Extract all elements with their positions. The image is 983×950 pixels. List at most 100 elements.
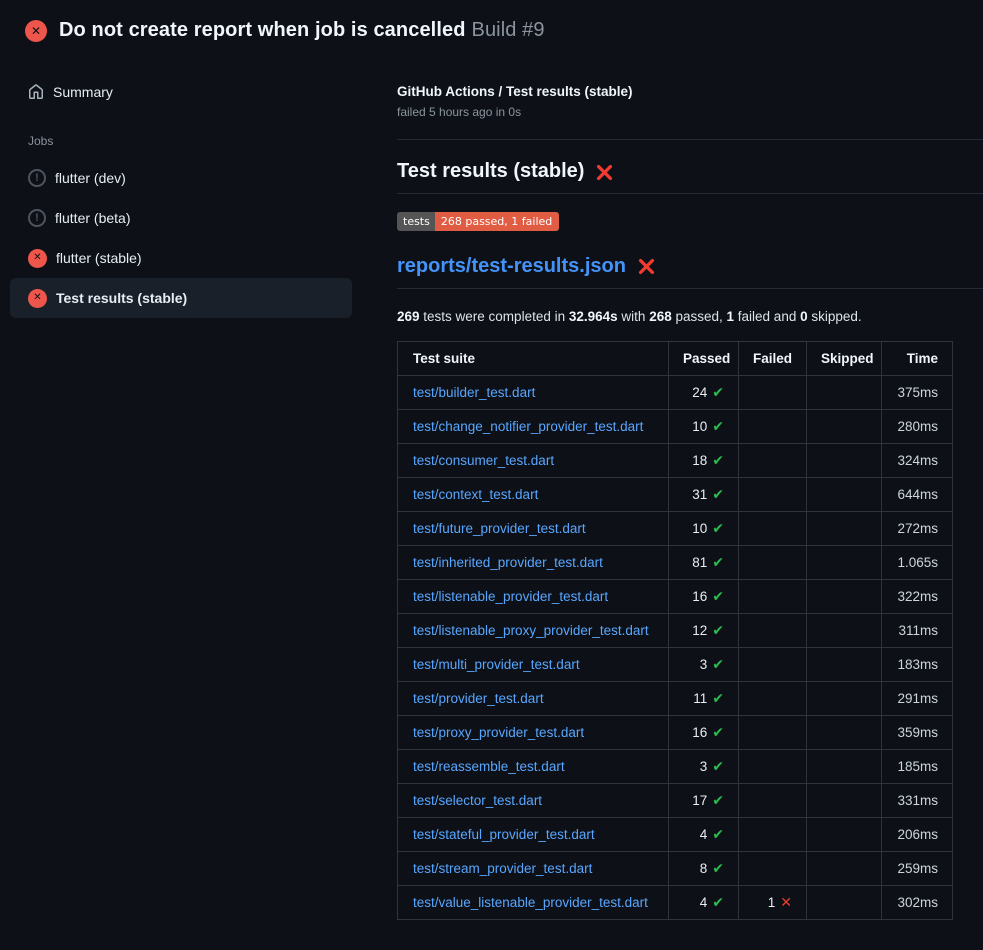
- test-suite-link[interactable]: test/proxy_provider_test.dart: [413, 725, 584, 740]
- time-cell: 185ms: [882, 750, 953, 784]
- time-cell: 259ms: [882, 852, 953, 886]
- divider: [397, 139, 983, 140]
- table-row: test/provider_test.dart 11✔ 291ms: [398, 682, 953, 716]
- test-suite-cell: test/listenable_provider_test.dart: [398, 580, 669, 614]
- time-cell: 359ms: [882, 716, 953, 750]
- test-suite-link[interactable]: test/value_listenable_provider_test.dart: [413, 895, 648, 910]
- report-file-link[interactable]: reports/test-results.json: [397, 255, 626, 278]
- test-suite-cell: test/provider_test.dart: [398, 682, 669, 716]
- test-suite-link[interactable]: test/listenable_proxy_provider_test.dart: [413, 623, 649, 638]
- test-suite-link[interactable]: test/provider_test.dart: [413, 691, 544, 706]
- test-suite-link[interactable]: test/stream_provider_test.dart: [413, 861, 592, 876]
- test-suite-cell: test/selector_test.dart: [398, 784, 669, 818]
- main-content: GitHub Actions / Test results (stable) f…: [367, 56, 983, 920]
- test-suite-link[interactable]: test/stateful_provider_test.dart: [413, 827, 595, 842]
- build-title-row: Do not create report when job is cancell…: [59, 19, 545, 42]
- time-cell: 183ms: [882, 648, 953, 682]
- skipped-cell: [807, 444, 882, 478]
- table-row: test/proxy_provider_test.dart 16✔ 359ms: [398, 716, 953, 750]
- skipped-cell: [807, 886, 882, 920]
- check-icon: ✔: [712, 384, 724, 400]
- failed-cell: [739, 444, 807, 478]
- passed-cell: 10✔: [669, 410, 739, 444]
- table-row: test/selector_test.dart 17✔ 331ms: [398, 784, 953, 818]
- skipped-cell: [807, 648, 882, 682]
- failed-cell: [739, 580, 807, 614]
- table-row: test/stateful_provider_test.dart 4✔ 206m…: [398, 818, 953, 852]
- check-icon: ✔: [712, 520, 724, 536]
- column-header-test-suite: Test suite: [398, 342, 669, 376]
- section-title: Test results (stable): [397, 160, 584, 183]
- skipped-cell: [807, 682, 882, 716]
- failed-cell: [739, 852, 807, 886]
- test-suite-cell: test/proxy_provider_test.dart: [398, 716, 669, 750]
- failed-cell: [739, 376, 807, 410]
- test-suite-link[interactable]: test/consumer_test.dart: [413, 453, 554, 468]
- x-icon: ✕: [780, 894, 792, 910]
- check-icon: ✔: [712, 622, 724, 638]
- check-icon: ✔: [712, 452, 724, 468]
- passed-cell: 11✔: [669, 682, 739, 716]
- sidebar-item-summary[interactable]: Summary: [10, 72, 352, 112]
- test-suite-cell: test/reassemble_test.dart: [398, 750, 669, 784]
- sidebar-item-job[interactable]: ! flutter (beta): [10, 198, 352, 238]
- test-suite-link[interactable]: test/builder_test.dart: [413, 385, 535, 400]
- failed-circle-icon: ✕: [28, 249, 47, 268]
- job-label: flutter (beta): [55, 210, 130, 226]
- failed-cell: [739, 784, 807, 818]
- table-header-row: Test suite Passed Failed Skipped Time: [398, 342, 953, 376]
- sidebar-item-job[interactable]: ✕ flutter (stable): [10, 238, 352, 278]
- test-suite-link[interactable]: test/listenable_provider_test.dart: [413, 589, 608, 604]
- skipped-cell: [807, 784, 882, 818]
- home-icon: [28, 84, 44, 100]
- time-cell: 311ms: [882, 614, 953, 648]
- column-header-skipped: Skipped: [807, 342, 882, 376]
- time-cell: 302ms: [882, 886, 953, 920]
- test-suite-cell: test/stateful_provider_test.dart: [398, 818, 669, 852]
- test-suite-link[interactable]: test/reassemble_test.dart: [413, 759, 565, 774]
- job-label: flutter (stable): [56, 250, 142, 266]
- failed-cell: [739, 614, 807, 648]
- failed-circle-icon: ✕: [25, 20, 47, 42]
- passed-cell: 4✔: [669, 886, 739, 920]
- cancelled-icon: !: [28, 209, 46, 227]
- test-suite-cell: test/stream_provider_test.dart: [398, 852, 669, 886]
- table-row: test/listenable_provider_test.dart 16✔ 3…: [398, 580, 953, 614]
- sidebar-item-job[interactable]: ! flutter (dev): [10, 158, 352, 198]
- passed-cell: 3✔: [669, 648, 739, 682]
- failed-cell: [739, 818, 807, 852]
- skipped-cell: [807, 512, 882, 546]
- skipped-cell: [807, 716, 882, 750]
- check-icon: ✔: [712, 486, 724, 502]
- test-suite-link[interactable]: test/inherited_provider_test.dart: [413, 555, 603, 570]
- sidebar-item-job[interactable]: ✕ Test results (stable): [10, 278, 352, 318]
- failed-cell: [739, 750, 807, 784]
- skipped-cell: [807, 376, 882, 410]
- passed-cell: 12✔: [669, 614, 739, 648]
- test-suite-cell: test/inherited_provider_test.dart: [398, 546, 669, 580]
- test-results-table: Test suite Passed Failed Skipped Time te…: [397, 341, 953, 920]
- check-icon: ✔: [712, 418, 724, 434]
- time-cell: 331ms: [882, 784, 953, 818]
- check-icon: ✔: [712, 826, 724, 842]
- test-suite-link[interactable]: test/multi_provider_test.dart: [413, 657, 580, 672]
- table-row: test/context_test.dart 31✔ 644ms: [398, 478, 953, 512]
- failed-cell: [739, 682, 807, 716]
- summary-line: 269 tests were completed in 32.964s with…: [397, 309, 983, 324]
- test-suite-link[interactable]: test/selector_test.dart: [413, 793, 542, 808]
- failed-cell: [739, 648, 807, 682]
- skipped-cell: [807, 478, 882, 512]
- test-suite-link[interactable]: test/future_provider_test.dart: [413, 521, 586, 536]
- failed-cell: [739, 512, 807, 546]
- sidebar: Summary Jobs ! flutter (dev) ! flutter (…: [0, 56, 367, 318]
- table-row: test/value_listenable_provider_test.dart…: [398, 886, 953, 920]
- build-number: Build #9: [472, 19, 545, 41]
- test-suite-link[interactable]: test/context_test.dart: [413, 487, 538, 502]
- test-suite-link[interactable]: test/change_notifier_provider_test.dart: [413, 419, 643, 434]
- column-header-failed: Failed: [739, 342, 807, 376]
- check-icon: ✔: [712, 758, 724, 774]
- time-cell: 324ms: [882, 444, 953, 478]
- check-icon: ✔: [712, 860, 724, 876]
- skipped-cell: [807, 546, 882, 580]
- test-suite-cell: test/change_notifier_provider_test.dart: [398, 410, 669, 444]
